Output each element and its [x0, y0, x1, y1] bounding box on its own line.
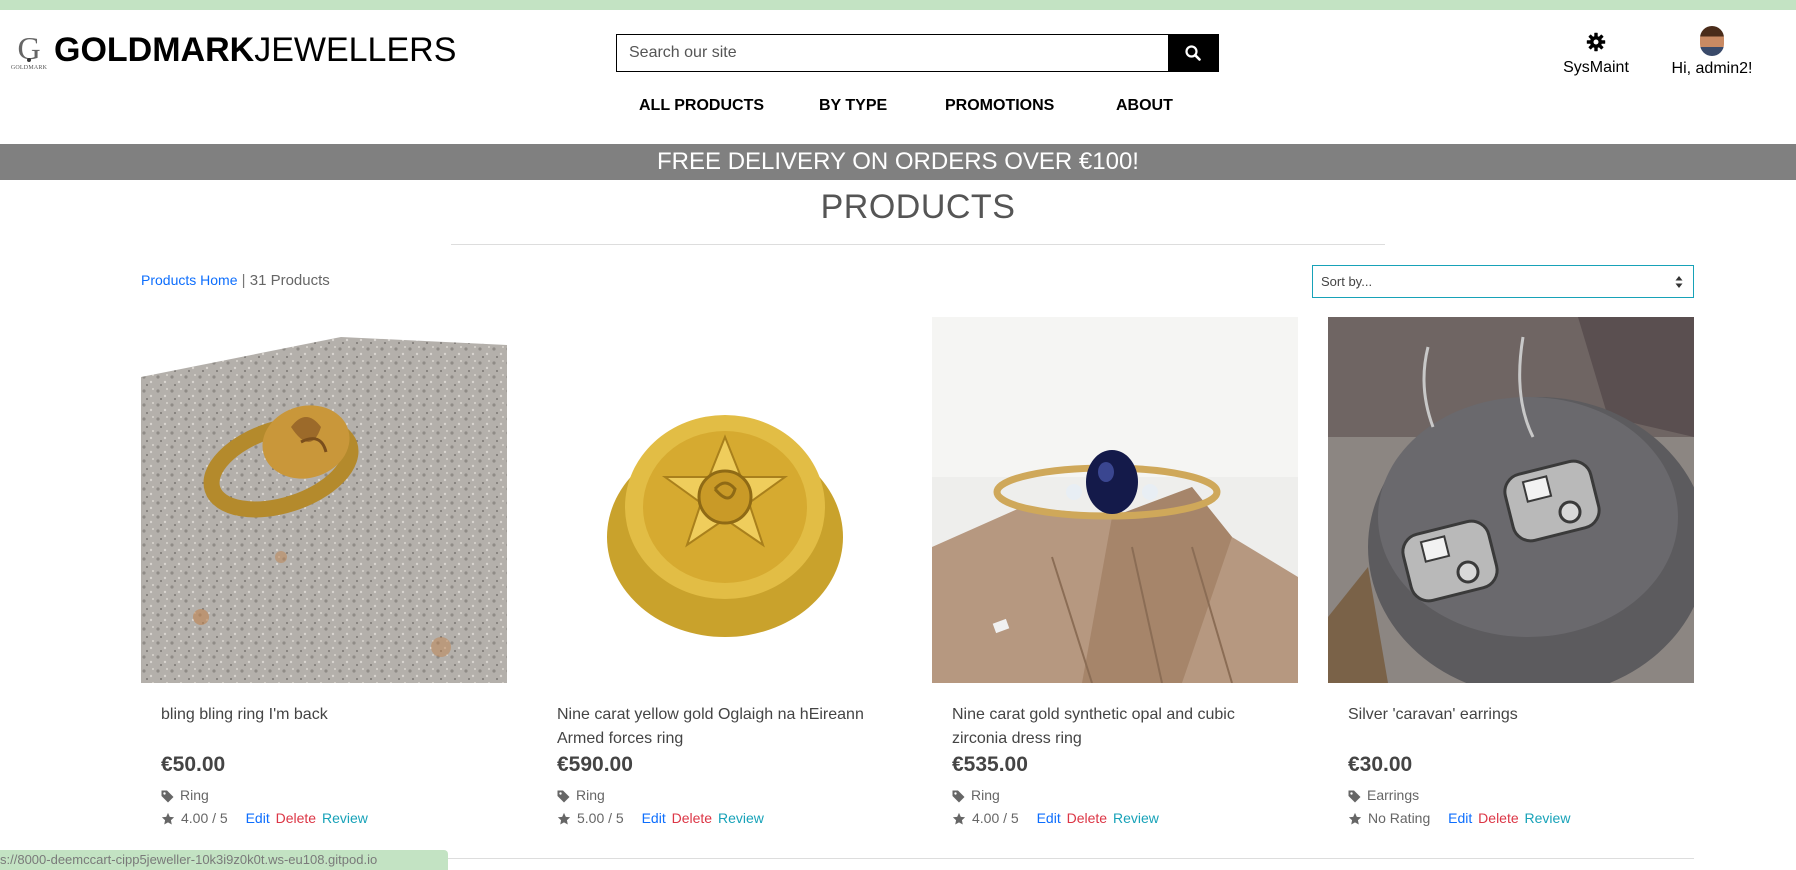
brand-bold: GOLDMARK — [54, 31, 255, 69]
category-label: Earrings — [1367, 787, 1420, 803]
product-rating: 4.00 / 5 — [972, 810, 1019, 826]
breadcrumb: Products Home | 31 Products — [141, 272, 330, 289]
product-price: €535.00 — [952, 753, 1028, 776]
breadcrumb-separator: | — [241, 272, 246, 289]
review-link[interactable]: Review — [322, 810, 368, 826]
sort-select[interactable]: Sort by... — [1312, 265, 1694, 298]
product-image[interactable] — [1328, 317, 1694, 683]
search-icon — [1185, 45, 1201, 61]
brand-light: JEWELLERS — [254, 31, 457, 69]
sort-arrows-icon — [1675, 276, 1683, 288]
product-meta: 4.00 / 5 Edit Delete Review — [161, 810, 368, 826]
delete-link[interactable]: Delete — [1478, 810, 1518, 826]
product-price: €590.00 — [557, 753, 633, 776]
star-icon — [952, 813, 966, 825]
star-icon — [557, 813, 571, 825]
category-label: Ring — [180, 787, 209, 803]
logo-dot — [27, 58, 31, 62]
review-link[interactable]: Review — [1525, 810, 1571, 826]
product-name: Nine carat yellow gold Oglaigh na hEirea… — [557, 706, 864, 747]
edit-link[interactable]: Edit — [246, 810, 270, 826]
product-rating: 5.00 / 5 — [577, 810, 624, 826]
product-count: 31 Products — [249, 272, 330, 289]
nav-promotions[interactable]: PROMOTIONS — [945, 97, 1054, 115]
product-price: €50.00 — [161, 753, 226, 776]
product-image[interactable] — [537, 317, 903, 683]
nav-about[interactable]: ABOUT — [1116, 97, 1173, 115]
delete-link[interactable]: Delete — [1067, 810, 1107, 826]
sort-label: Sort by... — [1321, 274, 1373, 289]
product-image[interactable] — [932, 317, 1298, 683]
tag-icon — [161, 790, 174, 803]
category-label: Ring — [971, 787, 1000, 803]
product-rating: No Rating — [1368, 810, 1431, 826]
top-accent-line — [0, 0, 1796, 10]
delivery-banner: FREE DELIVERY ON ORDERS OVER €100! — [0, 144, 1796, 180]
search-form — [616, 34, 1219, 72]
logo-small-text: GOLDMARK — [10, 65, 48, 71]
review-link[interactable]: Review — [718, 810, 764, 826]
title-divider — [451, 244, 1385, 245]
edit-link[interactable]: Edit — [1448, 810, 1472, 826]
sysmaint-link[interactable]: SysMaint — [1548, 32, 1644, 77]
brand-logo[interactable]: GOLDMARKJEWELLERS — [54, 30, 456, 70]
product-rating: 4.00 / 5 — [181, 810, 228, 826]
user-account-link[interactable]: Hi, admin2! — [1660, 26, 1764, 78]
star-icon — [161, 813, 175, 825]
edit-link[interactable]: Edit — [1037, 810, 1061, 826]
products-home-link[interactable]: Products Home — [141, 272, 237, 288]
delete-link[interactable]: Delete — [276, 810, 316, 826]
search-input[interactable] — [617, 35, 1169, 71]
product-category[interactable]: Earrings — [1348, 787, 1419, 803]
avatar — [1700, 26, 1724, 56]
product-name: Silver 'caravan' earrings — [1348, 706, 1518, 723]
search-button[interactable] — [1168, 35, 1218, 71]
tag-icon — [557, 790, 570, 803]
review-link[interactable]: Review — [1113, 810, 1159, 826]
sysmaint-label: SysMaint — [1563, 59, 1629, 76]
product-meta: 4.00 / 5 Edit Delete Review — [952, 810, 1159, 826]
main-nav: ALL PRODUCTS BY TYPE PROMOTIONS ABOUT — [0, 97, 1796, 121]
product-image[interactable] — [141, 317, 507, 683]
page-title: PRODUCTS — [820, 188, 1016, 226]
product-meta: 5.00 / 5 Edit Delete Review — [557, 810, 764, 826]
product-price: €30.00 — [1348, 753, 1413, 776]
product-name: Nine carat gold synthetic opal and cubic… — [952, 706, 1235, 747]
edit-link[interactable]: Edit — [642, 810, 666, 826]
logo-mark[interactable]: G GOLDMARK — [9, 31, 49, 75]
product-meta: No Rating Edit Delete Review — [1348, 810, 1570, 826]
nav-by-type[interactable]: BY TYPE — [819, 97, 887, 115]
product-category[interactable]: Ring — [557, 787, 605, 803]
product-category[interactable]: Ring — [952, 787, 1000, 803]
nav-all-products[interactable]: ALL PRODUCTS — [639, 97, 764, 115]
star-icon — [1348, 813, 1362, 825]
tag-icon — [952, 790, 965, 803]
gear-icon — [1586, 32, 1606, 52]
category-label: Ring — [576, 787, 605, 803]
tag-icon — [1348, 790, 1361, 803]
user-greeting: Hi, admin2! — [1671, 60, 1753, 77]
product-category[interactable]: Ring — [161, 787, 209, 803]
product-name: bling bling ring I'm back — [161, 706, 328, 723]
status-bar-url: s://8000-deemccart-cipp5jeweller-10k3i9z… — [0, 850, 448, 870]
delete-link[interactable]: Delete — [672, 810, 712, 826]
